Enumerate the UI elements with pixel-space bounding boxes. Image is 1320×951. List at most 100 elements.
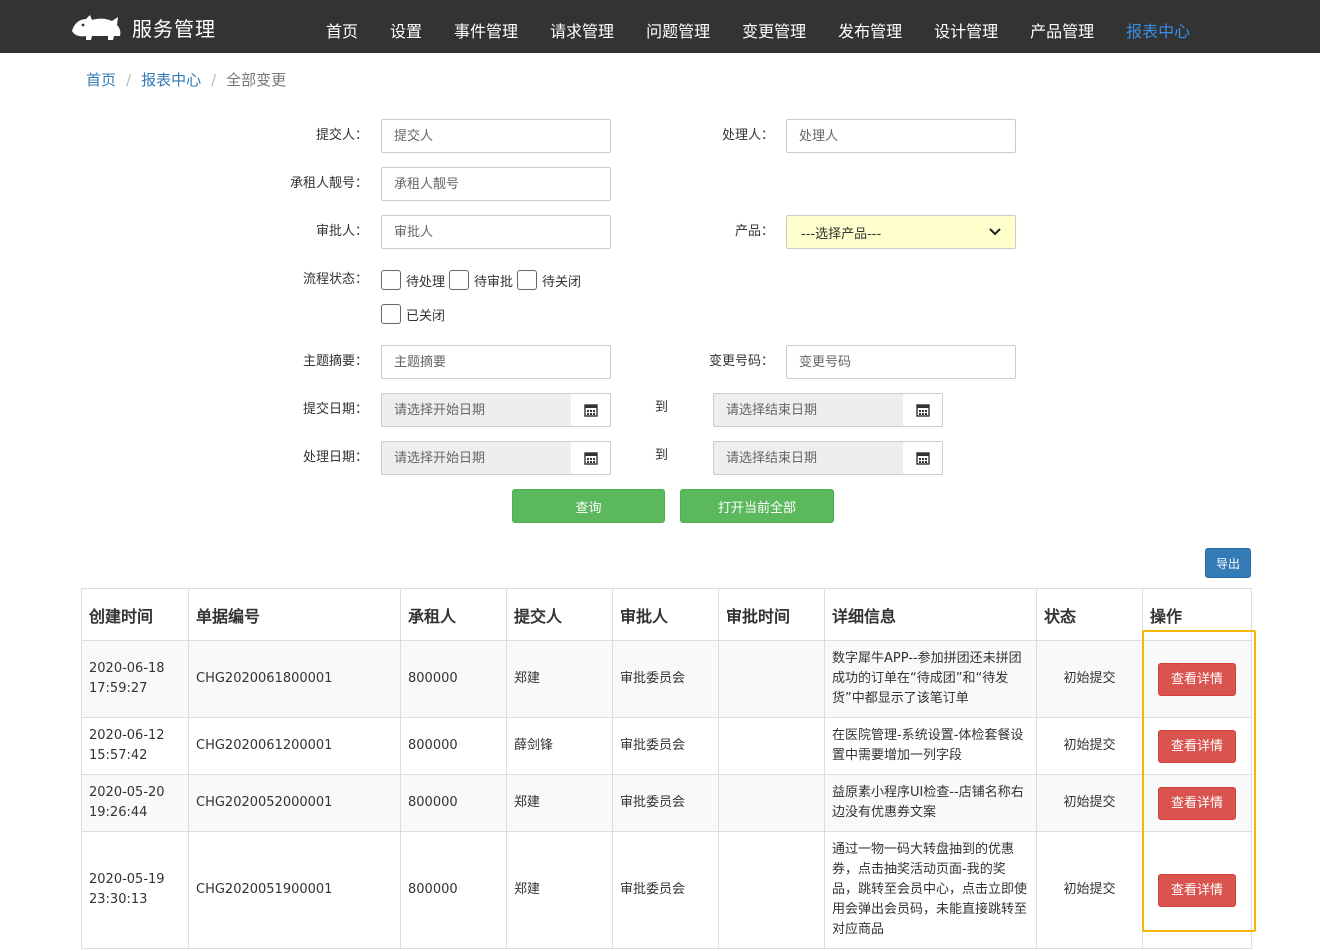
cell-date: 2020-06-12 [89,728,165,743]
calendar-button[interactable] [571,441,611,475]
cell-tenant: 800000 [400,640,507,718]
nav-settings[interactable]: 设置 [374,0,438,53]
checkbox[interactable] [449,270,470,290]
nav-incident[interactable]: 事件管理 [438,0,534,53]
cell-created: 2020-06-18 17:59:27 [81,640,189,718]
cell-approve-time [718,774,825,832]
cell-id: CHG2020052000001 [188,774,401,832]
brand[interactable]: 服务管理 [70,10,216,44]
col-header-action: 操作 [1142,588,1252,641]
nav-release[interactable]: 发布管理 [822,0,918,53]
nav-product[interactable]: 产品管理 [1014,0,1110,53]
calendar-icon [583,404,598,417]
export-button[interactable]: 导出 [1205,548,1251,578]
view-detail-button[interactable]: 查看详情 [1157,729,1236,763]
tenant-label: 承租人靓号： [289,176,368,191]
col-header-created: 创建时间 [81,588,189,641]
handler-input[interactable] [786,119,1016,153]
open-all-button[interactable]: 打开当前全部 [680,489,834,523]
nav-report-center[interactable]: 报表中心 [1110,0,1206,53]
cell-detail: 通过一物一码大转盘抽到的优惠券，点击抽奖活动页面-我的奖品，跳转至会员中心，点击… [824,831,1037,949]
breadcrumb: 首页 / 报表中心 / 全部变更 [86,69,286,90]
cell-time: 15:57:42 [89,748,148,763]
checkbox[interactable] [381,270,401,290]
cell-tenant: 800000 [400,774,507,832]
cell-status: 初始提交 [1036,717,1143,775]
view-detail-button[interactable]: 查看详情 [1157,786,1236,820]
cell-action: 查看详情 [1142,640,1252,718]
query-button[interactable]: 查询 [512,489,665,523]
status-checkbox-closed[interactable]: 已关闭 [381,304,445,324]
breadcrumb-separator: / [126,70,132,89]
status-option-label: 待处理 [406,274,446,290]
cell-detail: 数字犀牛APP--参加拼团还未拼团成功的订单在“待成团”和“待发货”中都显示了该… [824,640,1037,718]
handle-date-label: 处理日期： [302,450,368,465]
calendar-button[interactable] [903,441,943,475]
calendar-button[interactable] [571,393,611,427]
nav-design[interactable]: 设计管理 [918,0,1014,53]
submitter-input[interactable] [381,119,611,153]
breadcrumb-current: 全部变更 [226,71,287,89]
submit-date-label: 提交日期： [302,402,368,417]
cell-id: CHG2020061800001 [188,640,401,718]
approver-label: 审批人： [315,224,368,239]
checkbox[interactable] [381,304,401,324]
cell-submitter: 郑建 [506,640,613,718]
handle-date-end-input[interactable] [713,441,904,475]
submit-date-start-input[interactable] [381,393,572,427]
col-header-tenant: 承租人 [400,588,507,641]
cell-action: 查看详情 [1142,831,1252,949]
status-checkbox-group: 待处理 待审批 待关闭 [381,270,585,290]
status-label: 流程状态： [302,272,368,287]
brand-title: 服务管理 [132,16,216,41]
breadcrumb-report-center[interactable]: 报表中心 [141,69,201,90]
submitter-label: 提交人： [315,128,368,143]
status-checkbox-to-close[interactable]: 待关闭 [517,270,581,290]
date-range-to-label: 到 [655,400,669,415]
nav-problem[interactable]: 问题管理 [630,0,726,53]
col-header-submitter: 提交人 [506,588,613,641]
cell-approve-time [718,640,825,718]
view-detail-button[interactable]: 查看详情 [1157,662,1236,696]
cell-tenant: 800000 [400,717,507,775]
cell-submitter: 薛剑锋 [506,717,613,775]
checkbox[interactable] [517,270,538,290]
cell-date: 2020-06-18 [89,661,165,676]
table-row: 2020-06-12 15:57:42 CHG2020061200001 8000… [81,717,1252,775]
cell-time: 17:59:27 [89,681,148,696]
calendar-button[interactable] [903,393,943,427]
status-option-label: 待审批 [474,274,514,290]
breadcrumb-home[interactable]: 首页 [86,69,116,90]
cell-approver: 审批委员会 [612,640,719,718]
view-detail-button[interactable]: 查看详情 [1157,873,1236,907]
change-no-input[interactable] [786,345,1016,379]
nav-home[interactable]: 首页 [310,0,374,53]
col-header-approver: 审批人 [612,588,719,641]
product-select[interactable]: ---选择产品--- [786,215,1016,249]
status-checkbox-pending[interactable]: 待处理 [381,270,445,290]
status-checkbox-approval[interactable]: 待审批 [449,270,513,290]
cell-approver: 审批委员会 [612,774,719,832]
chevron-down-icon [989,225,1001,239]
cell-status: 初始提交 [1036,774,1143,832]
status-checkbox-group: 已关闭 [381,304,449,324]
tenant-input[interactable] [381,167,611,201]
submit-date-end-input[interactable] [713,393,904,427]
table-header-row: 创建时间 单据编号 承租人 提交人 审批人 审批时间 详细信息 状态 操作 [81,588,1252,641]
table-row: 2020-05-20 19:26:44 CHG2020052000001 8000… [81,774,1252,832]
cell-status: 初始提交 [1036,831,1143,949]
table-row: 2020-06-18 17:59:27 CHG2020061800001 8000… [81,640,1252,718]
approver-input[interactable] [381,215,611,249]
col-header-id: 单据编号 [188,588,401,641]
handle-date-start-input[interactable] [381,441,572,475]
nav-change[interactable]: 变更管理 [726,0,822,53]
col-header-status: 状态 [1036,588,1143,641]
change-table: 创建时间 单据编号 承租人 提交人 审批人 审批时间 详细信息 状态 操作 20… [81,588,1252,949]
nav-request[interactable]: 请求管理 [534,0,630,53]
product-label: 产品： [734,224,774,239]
col-header-approve-time: 审批时间 [718,588,825,641]
summary-input[interactable] [381,345,611,379]
date-range-to-label: 到 [655,448,669,463]
cell-created: 2020-05-20 19:26:44 [81,774,189,832]
cell-tenant: 800000 [400,831,507,949]
